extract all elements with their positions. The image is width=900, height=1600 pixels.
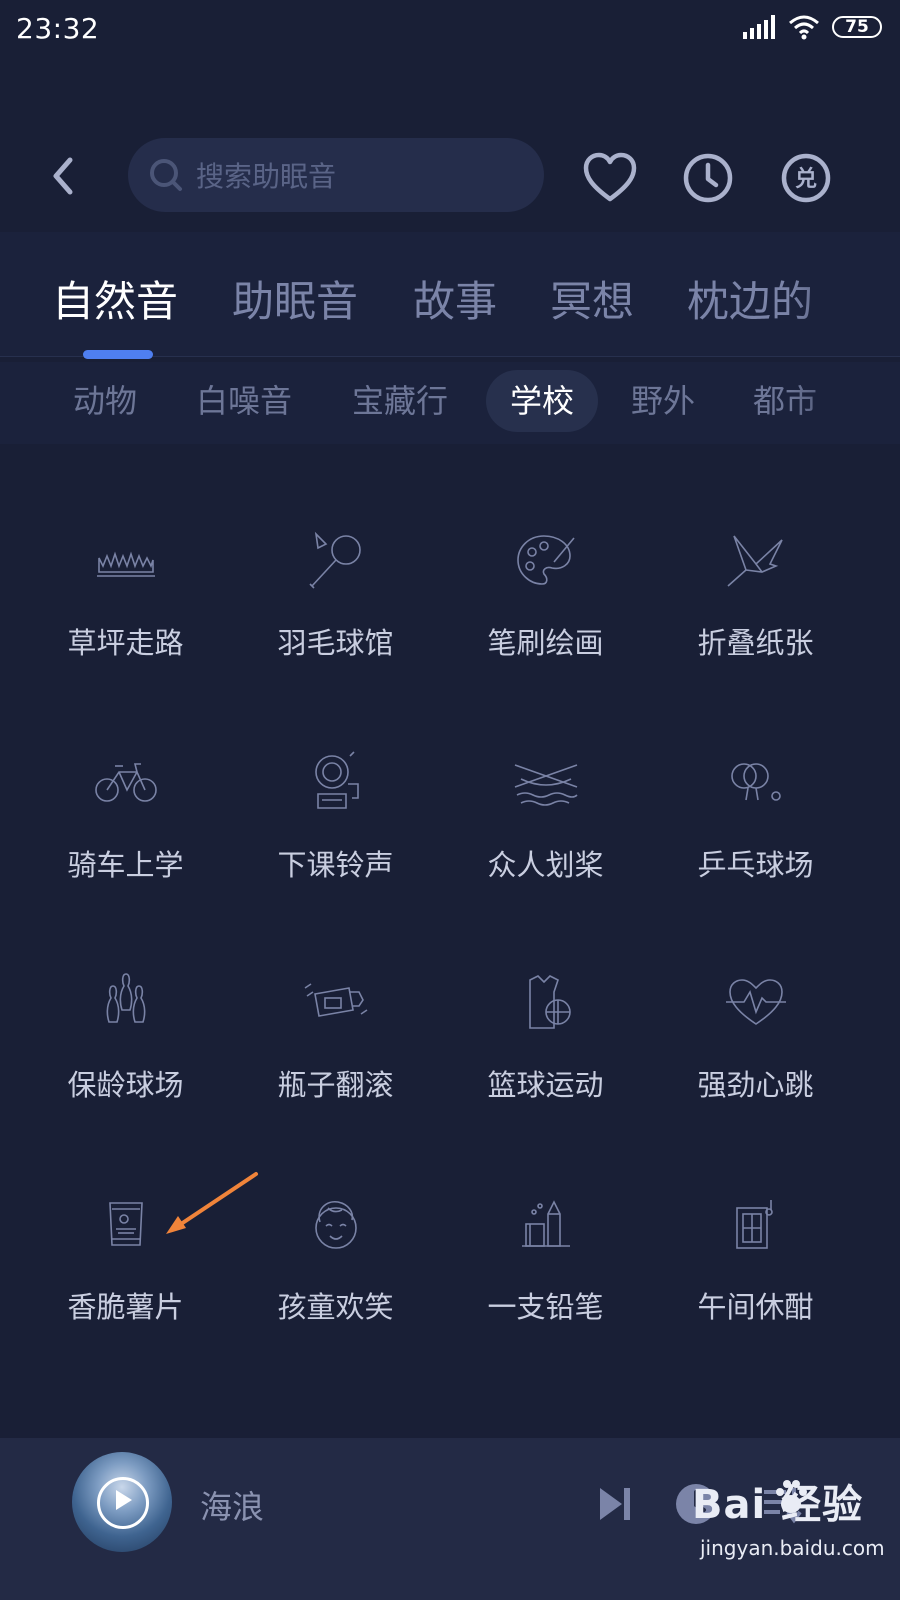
- grass-icon: [96, 551, 155, 577]
- badminton-icon: [308, 531, 361, 589]
- school-bell-icon: [314, 751, 359, 809]
- annotation-arrow: [166, 1172, 258, 1234]
- sound-item[interactable]: 一支铅笔: [438, 1144, 653, 1344]
- sound-item[interactable]: 午间休酣: [648, 1144, 863, 1344]
- sound-item[interactable]: 草坪走路: [18, 480, 233, 680]
- chip-school[interactable]: 学校: [486, 370, 599, 432]
- active-tab-indicator: [83, 350, 153, 359]
- sound-item[interactable]: 笔刷绘画: [438, 480, 653, 680]
- header: 搜索助眠音 兑: [0, 130, 900, 220]
- bowling-icon: [106, 973, 145, 1023]
- chip-animals[interactable]: 动物: [73, 370, 137, 432]
- sound-label: 篮球运动: [487, 1068, 604, 1102]
- chips-bag-icon: [108, 1202, 143, 1246]
- paw-icon: [776, 1480, 807, 1513]
- sound-item[interactable]: 众人划桨: [438, 702, 653, 902]
- sound-label: 午间休酣: [697, 1290, 814, 1324]
- sound-item[interactable]: 羽毛球馆: [228, 480, 443, 680]
- clock-icon: [683, 153, 733, 203]
- sound-label: 瓶子翻滚: [277, 1068, 394, 1102]
- sound-label: 羽毛球馆: [277, 626, 394, 660]
- rowing-boat-icon: [514, 764, 578, 806]
- play-icon: [116, 1490, 132, 1510]
- status-time: 23:32: [16, 12, 100, 45]
- chip-white-noise[interactable]: 白噪音: [196, 370, 292, 432]
- skip-next-icon: [600, 1488, 630, 1520]
- sound-label: 草坪走路: [67, 626, 184, 660]
- chevron-left-icon: [53, 157, 73, 195]
- tab-meditation[interactable]: 冥想: [550, 268, 634, 329]
- next-button[interactable]: [590, 1480, 638, 1528]
- child-face-icon: [314, 1200, 357, 1249]
- sound-item[interactable]: 强劲心跳: [648, 922, 863, 1122]
- tab-nature-sounds[interactable]: 自然音: [52, 268, 178, 329]
- battery-indicator: 75: [832, 16, 882, 38]
- sound-item[interactable]: 瓶子翻滚: [228, 922, 443, 1122]
- sound-label: 香脆薯片: [67, 1290, 184, 1324]
- window-note-icon: [735, 1200, 773, 1249]
- sound-item[interactable]: 折叠纸张: [648, 480, 863, 680]
- sound-label: 众人划桨: [487, 848, 604, 882]
- wifi-icon: [789, 15, 819, 40]
- ping-pong-icon: [730, 763, 781, 801]
- svg-text:兑: 兑: [795, 166, 817, 192]
- player-title: 海浪: [200, 1488, 265, 1526]
- favorite-button[interactable]: [582, 150, 638, 206]
- redeem-button[interactable]: 兑: [778, 150, 834, 206]
- sound-item[interactable]: 乒乓球场: [648, 702, 863, 902]
- sound-label: 乒乓球场: [697, 848, 814, 882]
- play-button[interactable]: [72, 1452, 172, 1552]
- palette-icon: [516, 535, 575, 585]
- basketball-icon: [528, 975, 571, 1029]
- sound-item[interactable]: 下课铃声: [228, 702, 443, 902]
- heart-icon: [583, 152, 637, 202]
- chip-treasure[interactable]: 宝藏行: [352, 370, 448, 432]
- status-icons: 75: [742, 14, 882, 40]
- tab-bedside[interactable]: 枕边的: [687, 268, 813, 329]
- search-placeholder: 搜索助眠音: [196, 160, 337, 193]
- search-input[interactable]: 搜索助眠音: [128, 138, 544, 212]
- tab-stories[interactable]: 故事: [413, 268, 497, 329]
- sound-item[interactable]: 骑车上学: [18, 702, 233, 902]
- search-icon: [150, 159, 182, 191]
- paper-crane-icon: [726, 535, 783, 587]
- heartbeat-icon: [725, 979, 786, 1025]
- redeem-icon: 兑: [781, 153, 831, 203]
- sound-label: 强劲心跳: [697, 1068, 814, 1102]
- sound-label: 骑车上学: [67, 848, 184, 882]
- baidu-jingyan-watermark: Bai 经验 jingyan.baidu.com: [692, 1472, 885, 1588]
- rolling-bottle-icon: [304, 983, 367, 1017]
- sound-label: 保龄球场: [67, 1068, 184, 1102]
- watermark-url: jingyan.baidu.com: [700, 1536, 885, 1560]
- category-tabs: 自然音 助眠音 故事 冥想 枕边的: [0, 232, 900, 357]
- sound-label: 折叠纸张: [697, 626, 814, 660]
- pencil-icon: [521, 1200, 570, 1247]
- sound-label: 孩童欢笑: [277, 1290, 394, 1324]
- history-button[interactable]: [680, 150, 736, 206]
- back-button[interactable]: [38, 146, 86, 206]
- sound-label: 下课铃声: [277, 848, 394, 882]
- tab-sleep-sounds[interactable]: 助眠音: [232, 268, 358, 329]
- bicycle-icon: [94, 763, 157, 802]
- sound-item[interactable]: 篮球运动: [438, 922, 653, 1122]
- status-bar: 23:32 75: [0, 0, 900, 64]
- sound-item[interactable]: 保龄球场: [18, 922, 233, 1122]
- chip-city[interactable]: 都市: [753, 370, 817, 432]
- subcategory-chips: 动物 白噪音 宝藏行 学校 野外 都市: [0, 362, 900, 444]
- chip-outdoors[interactable]: 野外: [631, 370, 695, 432]
- sound-label: 一支铅笔: [487, 1290, 604, 1324]
- signal-icon: [743, 15, 775, 39]
- sound-label: 笔刷绘画: [487, 626, 604, 660]
